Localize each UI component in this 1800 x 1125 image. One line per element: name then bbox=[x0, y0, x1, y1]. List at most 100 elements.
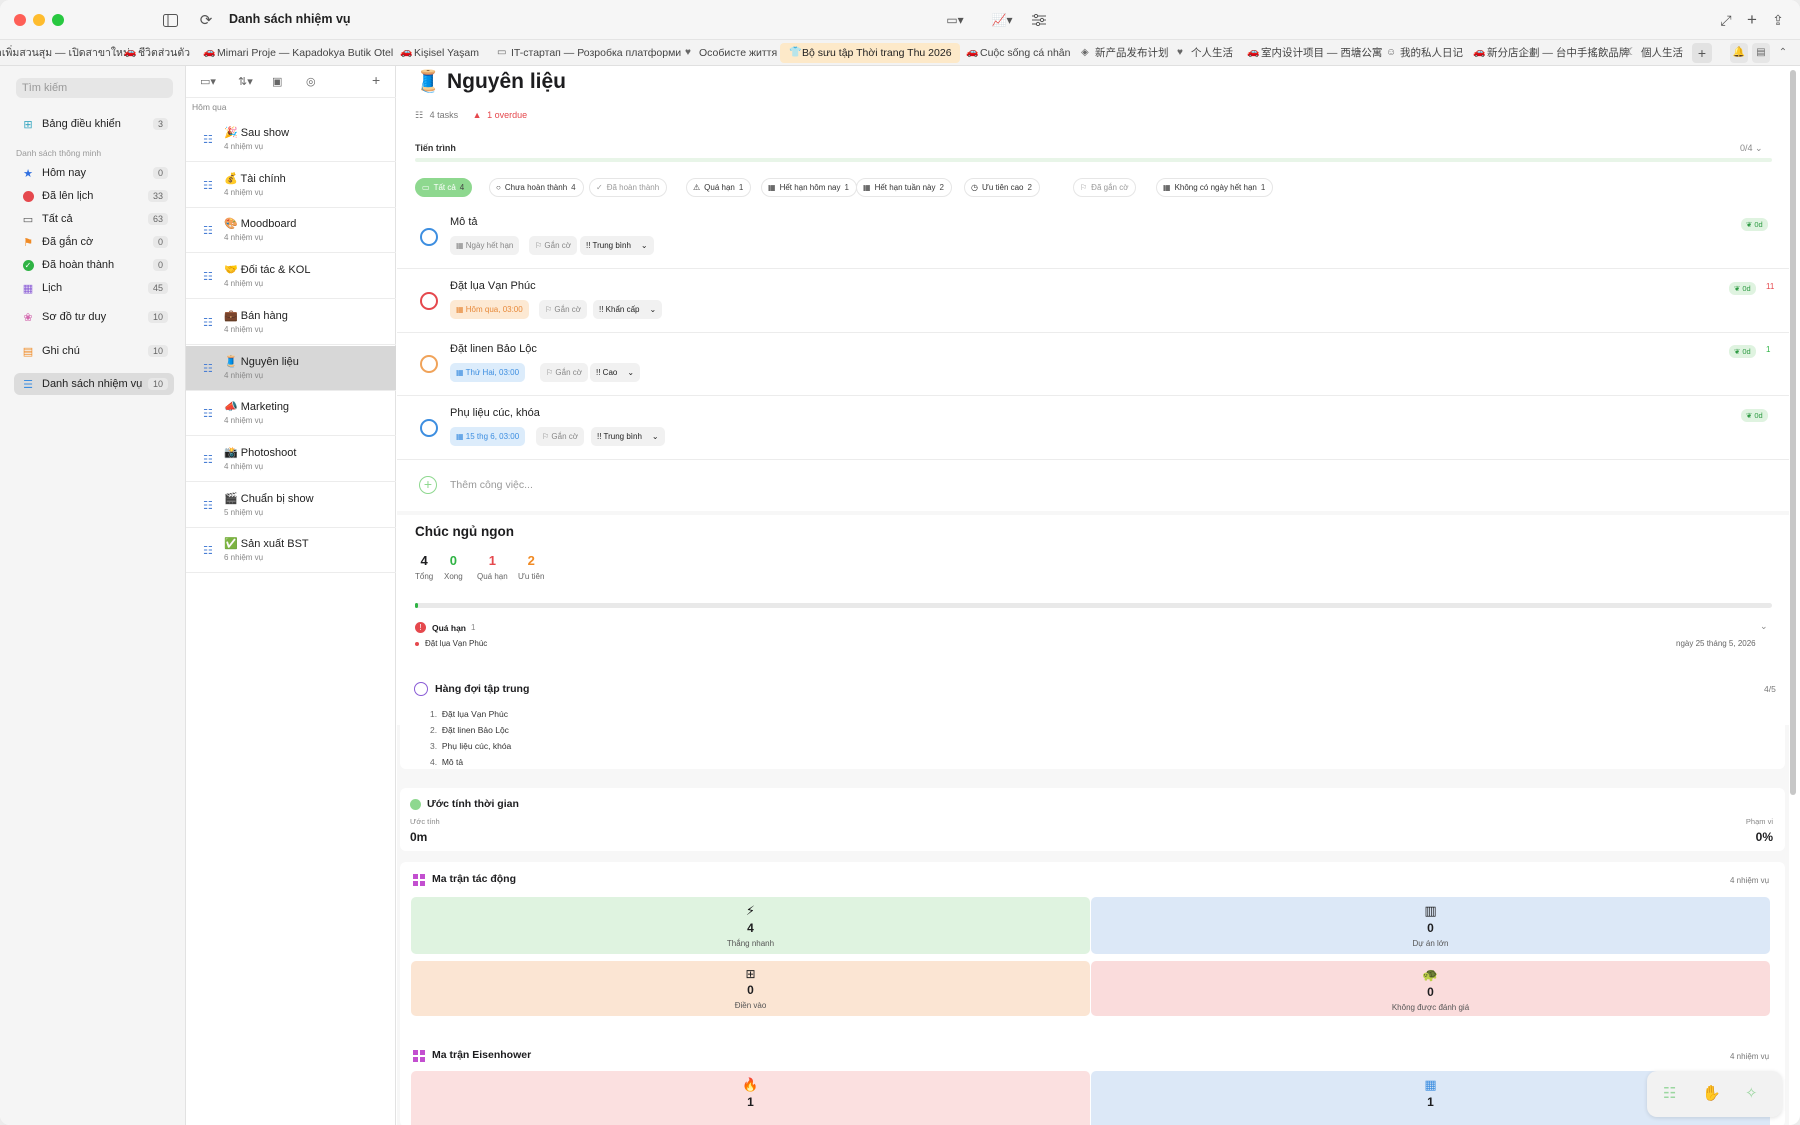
focus-item[interactable]: 1. Đặt lụa Vạn Phúc bbox=[430, 709, 508, 719]
chevron-down-icon[interactable]: ⌄ bbox=[1760, 621, 1768, 632]
list-add-icon[interactable]: ☷ bbox=[1663, 1084, 1676, 1102]
filter-chip[interactable]: ○ Chưa hoàn thành 4 bbox=[489, 178, 584, 197]
priority-select[interactable]: !! Khẩn cấp ⌄ bbox=[593, 299, 663, 319]
priority-select[interactable]: !! Trung bình ⌄ bbox=[591, 427, 665, 447]
flag-tag[interactable]: ⚐ Gắn cờ bbox=[540, 363, 588, 383]
sidebar-toggle-icon[interactable] bbox=[160, 10, 180, 30]
search-input[interactable]: Tìm kiếm bbox=[16, 78, 173, 98]
tab-item-active[interactable]: 👕 Bộ sưu tập Thời trang Thu 2026 bbox=[780, 43, 960, 63]
task-checkbox[interactable] bbox=[420, 228, 438, 246]
tray-menu-icon[interactable]: ▭▾ bbox=[200, 75, 216, 88]
list-item[interactable]: ☷ 📣 Marketing 4 nhiệm vụ bbox=[186, 391, 396, 437]
impact-big-projects[interactable]: ▥ 0 Dự án lớn bbox=[1091, 897, 1770, 954]
sort-icon[interactable]: ⇅▾ bbox=[238, 75, 253, 88]
hand-icon[interactable]: ✋ bbox=[1702, 1084, 1721, 1102]
focus-item[interactable]: 3. Phụ liệu cúc, khóa bbox=[430, 741, 511, 751]
tab-item[interactable]: ▭ IT-стартап — Розробка платформи bbox=[497, 43, 681, 63]
list-item[interactable]: ☷ 💰 Tài chính 4 nhiệm vụ bbox=[186, 163, 396, 208]
check-filter-icon[interactable]: ◎ bbox=[306, 75, 316, 88]
filter-chip[interactable]: ⚠ Quá hạn 1 bbox=[686, 178, 752, 197]
tab-item[interactable]: ☾ 個人生活 bbox=[1627, 43, 1683, 63]
share-icon[interactable]: ⇪ bbox=[1768, 10, 1788, 30]
due-date-tag[interactable]: ▦ Ngày hết hạn bbox=[450, 236, 520, 255]
sidebar-item-mindmap[interactable]: ❀ Sơ đồ tư duy 10 bbox=[14, 306, 174, 328]
flag-tag[interactable]: ⚐ Gắn cờ bbox=[529, 236, 577, 255]
add-list-icon[interactable]: + bbox=[372, 72, 380, 88]
sidebar-item-calendar[interactable]: ▦ Lịch 45 bbox=[14, 277, 174, 299]
flag-tag[interactable]: ⚐ Gắn cờ bbox=[536, 427, 584, 447]
task-checkbox[interactable] bbox=[420, 291, 438, 310]
sidebar-item-notes[interactable]: ▤ Ghi chú 10 bbox=[14, 340, 174, 362]
settings-sliders-icon[interactable] bbox=[1029, 10, 1049, 30]
sidebar-item-scheduled[interactable]: Đã lên lịch 33 bbox=[14, 185, 174, 207]
overdue-item[interactable]: Đặt lụa Vạn Phúc bbox=[425, 639, 487, 648]
list-item[interactable]: ☷ 📸 Photoshoot 4 nhiệm vụ bbox=[186, 437, 396, 482]
filter-chip[interactable]: ▦ Hết hạn tuần này 2 bbox=[856, 178, 952, 197]
list-item[interactable]: ☷ 🎬 Chuẩn bị show 5 nhiệm vụ bbox=[186, 483, 396, 528]
chevron-up-icon[interactable]: ⌃ bbox=[1774, 43, 1792, 63]
filter-chip[interactable]: ▭ Tất cả 4 bbox=[415, 178, 473, 197]
tab-item[interactable]: ◈ 新产品发布计划 bbox=[1081, 43, 1169, 63]
add-task-input[interactable]: Thêm công việc... bbox=[450, 479, 533, 491]
sidebar-item-all[interactable]: ▭ Tất cả 63 bbox=[14, 208, 174, 230]
tab-item[interactable]: 🚗 室内设计项目 — 西塘公寓 bbox=[1247, 43, 1382, 63]
tab-item[interactable]: าเพิ่มสวนสุม — เปิดสาขาใหม่ bbox=[0, 43, 130, 63]
focus-item[interactable]: 4. Mô tả bbox=[430, 757, 463, 767]
due-date-tag[interactable]: ▦ Thứ Hai, 03:00 bbox=[450, 363, 526, 383]
scrollbar[interactable] bbox=[1790, 70, 1796, 795]
due-date-tag[interactable]: ▦ 15 thg 6, 03:00 bbox=[450, 427, 526, 447]
sidebar-item-tasklists[interactable]: ☰ Danh sách nhiệm vụ 10 bbox=[14, 373, 174, 395]
tab-item[interactable]: 🚗 Mimari Proje — Kapadokya Butik Otel bbox=[203, 43, 393, 63]
flag-tag[interactable]: ⚐ Gắn cờ bbox=[539, 299, 587, 319]
filter-chip[interactable]: ⚐ Đã gắn cờ bbox=[1073, 178, 1137, 197]
eisenhower-urgent-important[interactable]: 🔥 1 bbox=[411, 1071, 1090, 1125]
add-icon[interactable]: + bbox=[1742, 10, 1762, 30]
list-item[interactable]: ☷ 🧵 Nguyên liệu 4 nhiệm vụ bbox=[186, 345, 396, 391]
list-item[interactable]: ☷ 🤝 Đối tác & KOL 4 nhiệm vụ bbox=[186, 254, 396, 300]
list-item[interactable]: ☷ 🎨 Moodboard 4 nhiệm vụ bbox=[186, 208, 396, 254]
tab-item[interactable]: ♥ 个人生活 bbox=[1177, 43, 1233, 63]
focus-item[interactable]: 2. Đặt linen Bảo Lộc bbox=[430, 725, 509, 735]
chart-menu-icon[interactable]: 📈▾ bbox=[987, 10, 1017, 30]
filter-chip[interactable]: ◷ Ưu tiên cao 2 bbox=[964, 178, 1040, 197]
group-icon[interactable]: ▣ bbox=[272, 75, 282, 88]
task-row[interactable]: Đặt linen Bảo Lộc ▦ Thứ Hai, 03:00 ⚐ Gắn c… bbox=[397, 333, 1789, 397]
impact-fill-ins[interactable]: ⊞ 0 Điền vào bbox=[411, 961, 1090, 1016]
task-checkbox[interactable] bbox=[420, 419, 438, 438]
list-item[interactable]: ☷ 💼 Bán hàng 4 nhiệm vụ bbox=[186, 300, 396, 345]
list-item[interactable]: ☷ 🎉 Sau show 4 nhiệm vụ bbox=[186, 117, 396, 162]
sidebar-item-today[interactable]: ★ Hôm nay 0 bbox=[14, 162, 174, 184]
tab-item[interactable]: 🚗 Kişisel Yaşam bbox=[400, 43, 479, 63]
expand-icon[interactable]: ⤢ bbox=[1716, 10, 1736, 30]
sidebar-item-dashboard[interactable]: ⊞ Bảng điều khiển 3 bbox=[14, 113, 174, 135]
impact-unrated[interactable]: 🐢 0 Không được đánh giá bbox=[1091, 961, 1770, 1016]
due-date-tag[interactable]: ▦ Hôm qua, 03:00 bbox=[450, 299, 529, 319]
priority-select[interactable]: !! Cao ⌄ bbox=[590, 363, 641, 383]
tab-item[interactable]: 🚗 ชีวิตส่วนตัว bbox=[124, 43, 190, 63]
priority-select[interactable]: !! Trung bình ⌄ bbox=[580, 236, 654, 255]
progress-value[interactable]: 0/4 ⌄ bbox=[1740, 143, 1763, 154]
refresh-icon[interactable]: ⟳ bbox=[196, 10, 216, 30]
sidebar-item-flagged[interactable]: ⚑ Đã gắn cờ 0 bbox=[14, 231, 174, 253]
close-window-button[interactable] bbox=[14, 14, 26, 26]
tab-item[interactable]: 🚗 新分店企劃 — 台中手搖飲品牌 bbox=[1473, 43, 1629, 63]
magic-wand-icon[interactable]: ✧ bbox=[1745, 1084, 1758, 1102]
new-tab-button[interactable]: + bbox=[1692, 43, 1712, 63]
zoom-window-button[interactable] bbox=[52, 14, 64, 26]
tab-item[interactable]: 🚗 Cuộc sống cá nhân bbox=[966, 43, 1070, 63]
add-task-icon[interactable]: + bbox=[419, 476, 437, 494]
filter-chip[interactable]: ▦ Hết hạn hôm nay 1 bbox=[761, 178, 857, 197]
task-row[interactable]: Đặt lụa Vạn Phúc ▦ Hôm qua, 03:00 ⚐ Gắn cờ… bbox=[397, 270, 1789, 333]
task-row[interactable]: Mô tả ▦ Ngày hết hạn ⚐ Gắn cờ!! Trung bình… bbox=[397, 206, 1789, 269]
task-checkbox[interactable] bbox=[420, 355, 438, 374]
impact-quick-wins[interactable]: ⚡ 4 Thắng nhanh bbox=[411, 897, 1090, 954]
task-row[interactable]: Phụ liệu cúc, khóa ▦ 15 thg 6, 03:00 ⚐ Gắn… bbox=[397, 397, 1789, 461]
filter-chip[interactable]: ▦ Không có ngày hết hạn 1 bbox=[1156, 178, 1274, 197]
panels-icon[interactable]: ▤ bbox=[1752, 43, 1770, 63]
filter-chip[interactable]: ✓ Đã hoàn thành bbox=[589, 178, 668, 197]
tab-item[interactable]: ♥ Особисте життя bbox=[685, 43, 777, 63]
layout-menu-icon[interactable]: ▭▾ bbox=[940, 10, 970, 30]
list-item[interactable]: ☷ ✅ Sản xuất BST 6 nhiệm vụ bbox=[186, 528, 396, 574]
tab-item[interactable]: ☺ 我的私人日记 bbox=[1386, 43, 1463, 63]
sidebar-item-completed[interactable]: ✓ Đã hoàn thành 0 bbox=[14, 254, 174, 276]
